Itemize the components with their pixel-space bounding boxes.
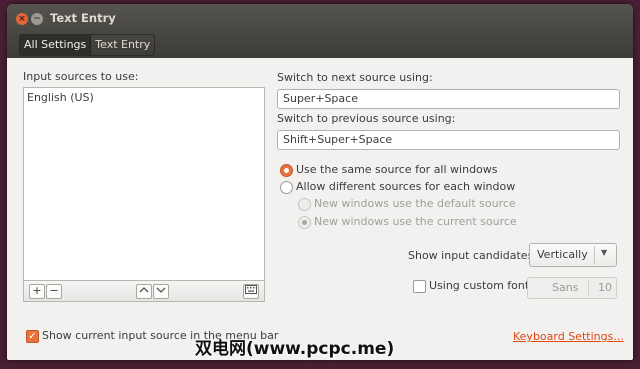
switch-prev-field[interactable]: Shift+Super+Space (277, 130, 620, 150)
same-source-radio[interactable] (280, 164, 293, 177)
watermark: 双电网(www.pcpc.me) (195, 339, 395, 359)
font-chooser-button[interactable]: Sans 10 (527, 277, 617, 299)
same-source-label: Use the same source for all windows (296, 163, 498, 176)
candidates-dropdown[interactable]: Vertically ▼ (529, 243, 617, 267)
font-separator (588, 280, 589, 296)
keyboard-layout-button[interactable] (243, 284, 259, 299)
dropdown-arrow-icon: ▼ (601, 248, 608, 257)
show-current-source-checkbox[interactable]: ✓ (26, 330, 39, 343)
candidates-label: Show input candidates: (408, 249, 538, 262)
custom-font-label: Using custom font: (429, 279, 533, 292)
combo-separator (594, 246, 595, 264)
custom-font-checkbox[interactable] (413, 280, 426, 293)
keyboard-settings-link[interactable]: Keyboard Settings... (513, 330, 624, 343)
move-up-button[interactable] (136, 284, 152, 299)
breadcrumb: All Settings Text Entry (19, 34, 156, 56)
switch-next-label: Switch to next source using: (277, 71, 433, 84)
text-entry-window: × − Text Entry All Settings Text Entry I… (7, 4, 633, 360)
chevron-up-icon (139, 287, 149, 293)
move-down-button[interactable] (153, 284, 169, 299)
chevron-down-icon (156, 287, 166, 293)
add-source-button[interactable]: + (29, 284, 45, 299)
titlebar: × − Text Entry All Settings Text Entry (7, 4, 633, 58)
breadcrumb-all-settings[interactable]: All Settings (20, 35, 92, 55)
different-sources-label: Allow different sources for each window (296, 180, 516, 193)
switch-next-field[interactable]: Super+Space (277, 89, 620, 109)
different-sources-radio[interactable] (280, 181, 293, 194)
list-item[interactable]: English (US) (24, 88, 264, 107)
input-sources-label: Input sources to use: (23, 70, 139, 83)
current-source-radio[interactable] (298, 216, 311, 229)
close-button[interactable]: × (16, 13, 28, 25)
default-source-label: New windows use the default source (314, 197, 516, 210)
window-title: Text Entry (50, 11, 116, 25)
font-name: Sans (552, 281, 579, 294)
switch-prev-label: Switch to previous source using: (277, 112, 456, 125)
remove-source-button[interactable]: − (46, 284, 62, 299)
current-source-label: New windows use the current source (314, 215, 517, 228)
input-sources-toolbar: + − (23, 280, 265, 302)
breadcrumb-text-entry[interactable]: Text Entry (91, 35, 154, 55)
font-size: 10 (598, 281, 612, 294)
default-source-radio[interactable] (298, 198, 311, 211)
keyboard-icon (245, 285, 257, 294)
minimize-button[interactable]: − (31, 13, 43, 25)
candidates-value: Vertically (537, 248, 588, 261)
input-sources-list[interactable]: English (US) (23, 87, 265, 280)
